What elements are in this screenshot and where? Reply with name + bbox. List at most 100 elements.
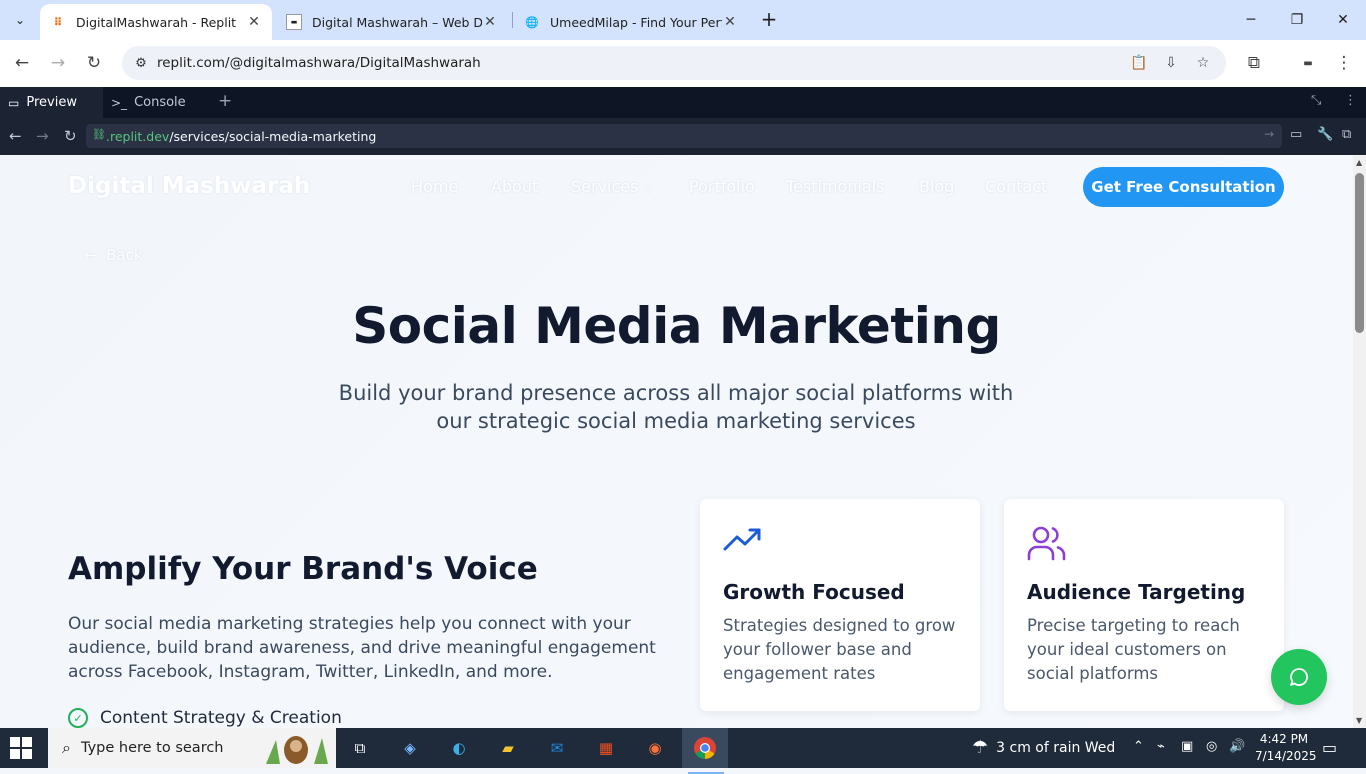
arrow-left-icon: ← — [84, 246, 97, 264]
website-preview: Digital Mashwarah Home About Services ⌄ … — [0, 155, 1353, 728]
tab-title: Digital Mashwarah – Web Devel — [312, 14, 482, 30]
volume-icon[interactable]: 🔊 — [1229, 739, 1245, 754]
new-tab-button[interactable]: + — [758, 8, 780, 32]
meet-now-icon[interactable]: ◎ — [1206, 739, 1217, 754]
outlook-icon[interactable]: ✉ — [543, 734, 571, 762]
nav-services-label: Services — [571, 177, 639, 196]
card-description: Strategies designed to grow your followe… — [723, 616, 956, 683]
network-icon[interactable]: ⌁ — [1157, 739, 1165, 754]
tab-divider — [512, 12, 513, 28]
tab-search-icon[interactable]: ⌄ — [8, 8, 32, 32]
preview-reload-icon[interactable]: ↻ — [64, 127, 77, 145]
tab-digital-mashwarah[interactable]: ▬ Digital Mashwarah – Web Devel ✕ — [276, 4, 508, 40]
globe-icon: 🌐 — [525, 15, 539, 29]
back-arrow-icon[interactable]: ← — [9, 50, 35, 76]
taskbar-search[interactable]: ⌕ Type here to search — [48, 728, 336, 768]
page-scrollbar[interactable]: ▲ ▼ — [1353, 155, 1366, 728]
chat-bubble-icon — [1290, 668, 1308, 686]
browser-menu-icon[interactable]: ⋮ — [1331, 50, 1357, 76]
page-subtitle: Build your brand presence across all maj… — [338, 381, 1014, 433]
add-tab-icon[interactable]: + — [218, 91, 232, 111]
card-description: Precise targeting to reach your ideal cu… — [1027, 616, 1240, 683]
preview-back-icon[interactable]: ← — [9, 127, 22, 145]
terminal-icon: >_ — [111, 95, 128, 110]
firefox-icon[interactable]: ◉ — [641, 734, 669, 762]
tab-preview[interactable]: ▭ Preview — [0, 87, 103, 118]
clipboard-icon[interactable]: 📋 — [1128, 52, 1150, 74]
tab-umeedmilap[interactable]: 🌐 UmeedMilap - Find Your Perfec ✕ — [514, 4, 748, 40]
weather-text: 3 cm of rain Wed — [996, 739, 1116, 756]
file-explorer-icon[interactable]: ▰ — [494, 734, 522, 762]
restore-icon[interactable]: ❐ — [1274, 0, 1320, 40]
bookmark-star-icon[interactable]: ☆ — [1192, 52, 1214, 74]
address-bar[interactable]: ⚙ replit.com/@digitalmashwara/DigitalMas… — [122, 46, 1226, 80]
preview-forward-icon[interactable]: → — [36, 127, 49, 145]
minimize-icon[interactable]: ─ — [1228, 0, 1274, 40]
feature-card-audience: Audience Targeting Precise targeting to … — [1004, 499, 1284, 711]
scroll-down-icon[interactable]: ▼ — [1356, 716, 1362, 725]
system-clock[interactable]: 4:42 PM 7/14/2025 — [1255, 731, 1317, 765]
site-logo[interactable]: Digital Mashwarah — [68, 173, 310, 199]
task-view-icon[interactable]: ⧉ — [346, 734, 374, 762]
nav-about[interactable]: About — [491, 177, 538, 196]
checklist-label: Content Strategy & Creation — [100, 708, 342, 728]
scroll-up-icon[interactable]: ▲ — [1356, 158, 1362, 167]
replit-pane-tabs: ▭ Preview >_ Console + ⤡ ⋮ — [0, 87, 1366, 118]
microsoft-store-icon[interactable]: ▦ — [592, 734, 620, 762]
url-path: /services/social-media-marketing — [169, 129, 377, 144]
notification-icon[interactable]: ▭ — [1322, 738, 1337, 757]
forward-arrow-icon[interactable]: → — [45, 50, 71, 76]
close-tab-icon[interactable]: ✕ — [482, 14, 498, 30]
browser-toolbar: ← → ↻ ⚙ replit.com/@digitalmashwara/Digi… — [0, 40, 1366, 87]
replit-favicon-icon: ⠿ — [53, 15, 63, 29]
chevron-down-icon: ⌄ — [643, 182, 653, 195]
collapse-icon[interactable]: ⤡ — [1311, 93, 1321, 108]
tab-label: Console — [134, 95, 186, 110]
card-title: Audience Targeting — [1027, 580, 1246, 604]
tab-replit[interactable]: ⠿ DigitalMashwarah - Replit ✕ — [40, 4, 272, 40]
search-placeholder: Type here to search — [80, 740, 224, 756]
feature-card-growth: Growth Focused Strategies designed to gr… — [700, 499, 980, 711]
open-new-tab-icon[interactable]: ⧉ — [1342, 127, 1351, 142]
copilot-icon[interactable]: ◈ — [396, 734, 424, 762]
extensions-icon[interactable]: ⧉ — [1241, 50, 1267, 76]
nav-home[interactable]: Home — [411, 177, 458, 196]
reload-icon[interactable]: ↻ — [81, 50, 107, 76]
install-app-icon[interactable]: ⇩ — [1160, 52, 1182, 74]
nav-blog[interactable]: Blog — [919, 177, 954, 196]
users-icon — [1027, 526, 1066, 561]
site-info-icon[interactable]: ⚙ — [130, 52, 152, 74]
scrollbar-thumb[interactable] — [1355, 173, 1364, 333]
close-tab-icon[interactable]: ✕ — [246, 14, 262, 30]
chat-button[interactable] — [1271, 649, 1327, 705]
nav-contact[interactable]: Contact — [985, 177, 1047, 196]
card-title: Growth Focused — [723, 580, 905, 604]
trending-up-icon — [723, 528, 761, 551]
devtools-wrench-icon[interactable]: 🔧 — [1317, 127, 1333, 142]
edge-icon[interactable]: ◐ — [445, 734, 473, 762]
preview-url-input[interactable]: ⛓ .replit.dev/services/social-media-mark… — [86, 124, 1282, 148]
nav-services[interactable]: Services ⌄ — [571, 177, 653, 196]
close-window-icon[interactable]: ✕ — [1320, 0, 1366, 40]
check-circle-icon: ✓ — [68, 708, 88, 728]
chevron-up-icon[interactable]: ⌃ — [1133, 739, 1144, 754]
back-link[interactable]: ← Back — [84, 246, 143, 264]
weather-widget[interactable]: ☂ 3 cm of rain Wed — [972, 737, 1115, 758]
devices-icon[interactable]: ▭ — [1290, 127, 1302, 142]
more-options-icon[interactable]: ⋮ — [1344, 93, 1357, 108]
nav-testimonials[interactable]: Testimonials — [786, 177, 885, 196]
windows-start-icon[interactable] — [10, 737, 32, 759]
tab-title: DigitalMashwarah - Replit — [76, 14, 237, 30]
battery-icon[interactable]: ▣ — [1181, 739, 1193, 754]
go-arrow-icon[interactable]: → — [1264, 127, 1274, 141]
chrome-icon[interactable] — [682, 728, 728, 774]
close-tab-icon[interactable]: ✕ — [722, 14, 738, 30]
tab-title: UmeedMilap - Find Your Perfec — [550, 14, 722, 30]
preview-url-bar: ← → ↻ ⛓ .replit.dev/services/social-medi… — [0, 118, 1366, 155]
windows-taskbar: ⌕ Type here to search ⧉ ◈ ◐ ▰ ✉ ▦ ◉ ☂ 3 … — [0, 728, 1366, 774]
tab-console[interactable]: >_ Console — [103, 87, 208, 118]
address-url[interactable]: replit.com/@digitalmashwara/DigitalMashw… — [157, 55, 481, 71]
profile-avatar[interactable]: ▬ — [1295, 50, 1321, 76]
nav-portfolio[interactable]: Portfolio — [689, 177, 755, 196]
get-free-consultation-button[interactable]: Get Free Consultation — [1083, 167, 1284, 207]
